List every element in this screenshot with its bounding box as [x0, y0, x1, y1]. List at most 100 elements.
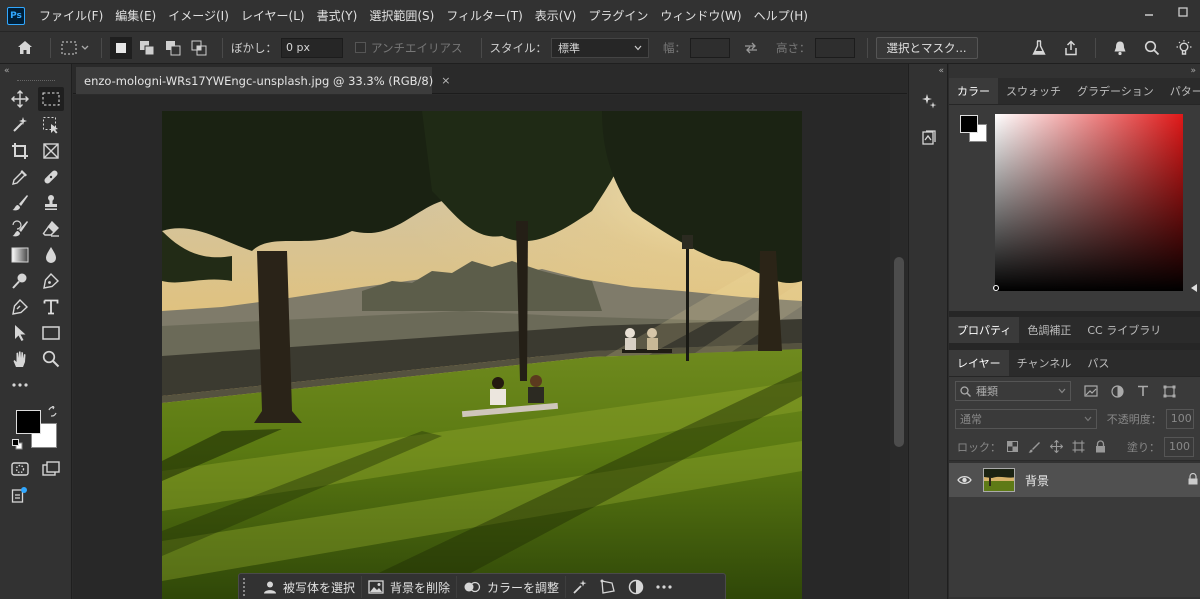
color-panel-foreground-swatch[interactable]	[960, 115, 978, 133]
menu-image[interactable]: イメージ(I)	[162, 0, 235, 32]
add-to-selection-icon[interactable]	[136, 37, 158, 59]
tab-patterns[interactable]: パターン	[1162, 78, 1200, 104]
zoom-tool-icon[interactable]	[38, 347, 64, 371]
type-layer-filter-icon[interactable]	[1131, 385, 1155, 397]
adjustment-layer-icon[interactable]	[622, 576, 650, 598]
vertical-scrollbar[interactable]	[890, 95, 907, 599]
fill-input[interactable]: 100	[1164, 436, 1194, 457]
share-icon[interactable]	[1060, 37, 1082, 59]
feather-input[interactable]: 0 px	[281, 37, 343, 58]
flask-icon[interactable]	[1028, 37, 1050, 59]
subtract-from-selection-icon[interactable]	[162, 37, 184, 59]
close-icon[interactable]: ×	[441, 74, 450, 87]
collapse-right-icon[interactable]: »	[949, 64, 1200, 78]
new-selection-icon[interactable]	[110, 36, 132, 59]
blend-mode-select[interactable]: 通常	[955, 409, 1097, 429]
type-tool-icon[interactable]	[38, 295, 64, 319]
select-and-mask-button[interactable]: 選択とマスク...	[875, 36, 978, 59]
menu-file[interactable]: ファイル(F)	[33, 0, 109, 32]
history-brush-tool-icon[interactable]	[7, 217, 33, 241]
remove-background-button[interactable]: 背景を削除	[362, 576, 458, 598]
brush-tool-icon[interactable]	[7, 191, 33, 215]
adjust-color-button[interactable]: カラーを調整	[457, 576, 567, 598]
tab-color[interactable]: カラー	[949, 78, 998, 104]
menu-select[interactable]: 選択範囲(S)	[363, 0, 440, 32]
menu-filter[interactable]: フィルター(T)	[440, 0, 528, 32]
search-icon[interactable]	[1141, 37, 1163, 59]
menu-edit[interactable]: 編集(E)	[109, 0, 162, 32]
lightbulb-icon[interactable]	[1173, 37, 1195, 59]
color-spectrum[interactable]	[995, 114, 1183, 291]
eye-icon[interactable]	[949, 475, 979, 485]
height-input[interactable]	[814, 37, 855, 58]
tab-layers[interactable]: レイヤー	[949, 350, 1009, 376]
minimize-icon[interactable]	[1132, 0, 1166, 24]
lock-all-icon[interactable]	[1089, 440, 1111, 453]
transform-icon[interactable]	[594, 576, 622, 598]
menu-help[interactable]: ヘルプ(H)	[748, 0, 814, 32]
more-tools-icon[interactable]	[7, 373, 33, 397]
collapse-strip-icon[interactable]: «	[909, 64, 947, 78]
shape-layer-filter-icon[interactable]	[1157, 385, 1181, 398]
tab-adjustments[interactable]: 色調補正	[1019, 317, 1079, 343]
default-colors-icon[interactable]	[12, 439, 23, 450]
frame-tool-icon[interactable]	[38, 139, 64, 163]
swap-colors-icon[interactable]	[47, 405, 58, 420]
history-panel-icon[interactable]	[909, 120, 949, 156]
layer-row[interactable]: 背景	[949, 463, 1200, 497]
adjustment-layer-filter-icon[interactable]	[1105, 384, 1129, 398]
object-finder-tool-icon[interactable]	[38, 113, 64, 137]
quick-mask-icon[interactable]	[7, 457, 33, 481]
tab-swatches[interactable]: スウォッチ	[998, 78, 1069, 104]
generative-fill-icon[interactable]	[909, 84, 949, 120]
maximize-icon[interactable]	[1166, 0, 1200, 24]
tab-gradients[interactable]: グラデーション	[1069, 78, 1162, 104]
blur-tool-icon[interactable]	[38, 243, 64, 267]
menu-window[interactable]: ウィンドウ(W)	[654, 0, 747, 32]
rectangle-tool-icon[interactable]	[38, 321, 64, 345]
color-picker-marker[interactable]	[993, 285, 999, 291]
bell-icon[interactable]	[1109, 37, 1131, 59]
tab-properties[interactable]: プロパティ	[949, 317, 1020, 343]
lock-artboard-icon[interactable]	[1067, 440, 1089, 453]
marquee-preset-icon[interactable]	[59, 37, 93, 59]
document-canvas[interactable]	[162, 111, 802, 599]
spot-healing-brush-tool-icon[interactable]	[38, 165, 64, 189]
menu-view[interactable]: 表示(V)	[529, 0, 583, 32]
tab-cc-libraries[interactable]: CC ライブラリ	[1079, 317, 1169, 343]
select-subject-button[interactable]: 被写体を選択	[257, 576, 363, 598]
menu-plugins[interactable]: プラグイン	[582, 0, 654, 32]
lock-position-icon[interactable]	[1045, 440, 1067, 453]
move-tool-icon[interactable]	[7, 87, 33, 111]
clone-stamp-tool-icon[interactable]	[38, 191, 64, 215]
swap-width-height-icon[interactable]	[740, 37, 762, 59]
style-select[interactable]: 標準	[551, 37, 650, 58]
intersect-selection-icon[interactable]	[188, 37, 210, 59]
more-options-icon[interactable]	[650, 576, 678, 598]
edit-toolbar-icon[interactable]	[7, 483, 33, 507]
hue-slider-arrow[interactable]	[1191, 284, 1197, 292]
screen-mode-icon[interactable]	[38, 457, 64, 481]
scrollbar-thumb[interactable]	[894, 257, 904, 447]
magic-wand-icon[interactable]	[566, 576, 594, 598]
object-selection-tool-icon[interactable]	[7, 113, 33, 137]
eyedropper-tool-icon[interactable]	[7, 165, 33, 189]
collapse-left-icon[interactable]: «	[0, 64, 71, 78]
crop-tool-icon[interactable]	[7, 139, 33, 163]
dodge-tool-icon[interactable]	[7, 269, 33, 293]
menu-type[interactable]: 書式(Y)	[311, 0, 364, 32]
eraser-tool-icon[interactable]	[38, 217, 64, 241]
tab-paths[interactable]: パス	[1079, 350, 1117, 376]
layer-kind-filter[interactable]: 種類	[955, 381, 1071, 401]
hand-tool-icon[interactable]	[7, 347, 33, 371]
taskbar-grip[interactable]	[243, 578, 249, 596]
foreground-color-swatch[interactable]	[16, 410, 41, 434]
antialias-checkbox[interactable]	[353, 37, 367, 59]
lock-transparent-pixels-icon[interactable]	[1001, 441, 1023, 452]
opacity-input[interactable]: 100	[1165, 409, 1194, 429]
freeform-pen-tool-icon[interactable]	[7, 295, 33, 319]
document-tab[interactable]: enzo-mologni-WRs17YWEngc-unsplash.jpg @ …	[76, 67, 450, 94]
menu-layer[interactable]: レイヤー(L)	[235, 0, 311, 32]
toolbar-grip[interactable]	[16, 80, 55, 82]
canvas-area[interactable]	[73, 95, 907, 599]
